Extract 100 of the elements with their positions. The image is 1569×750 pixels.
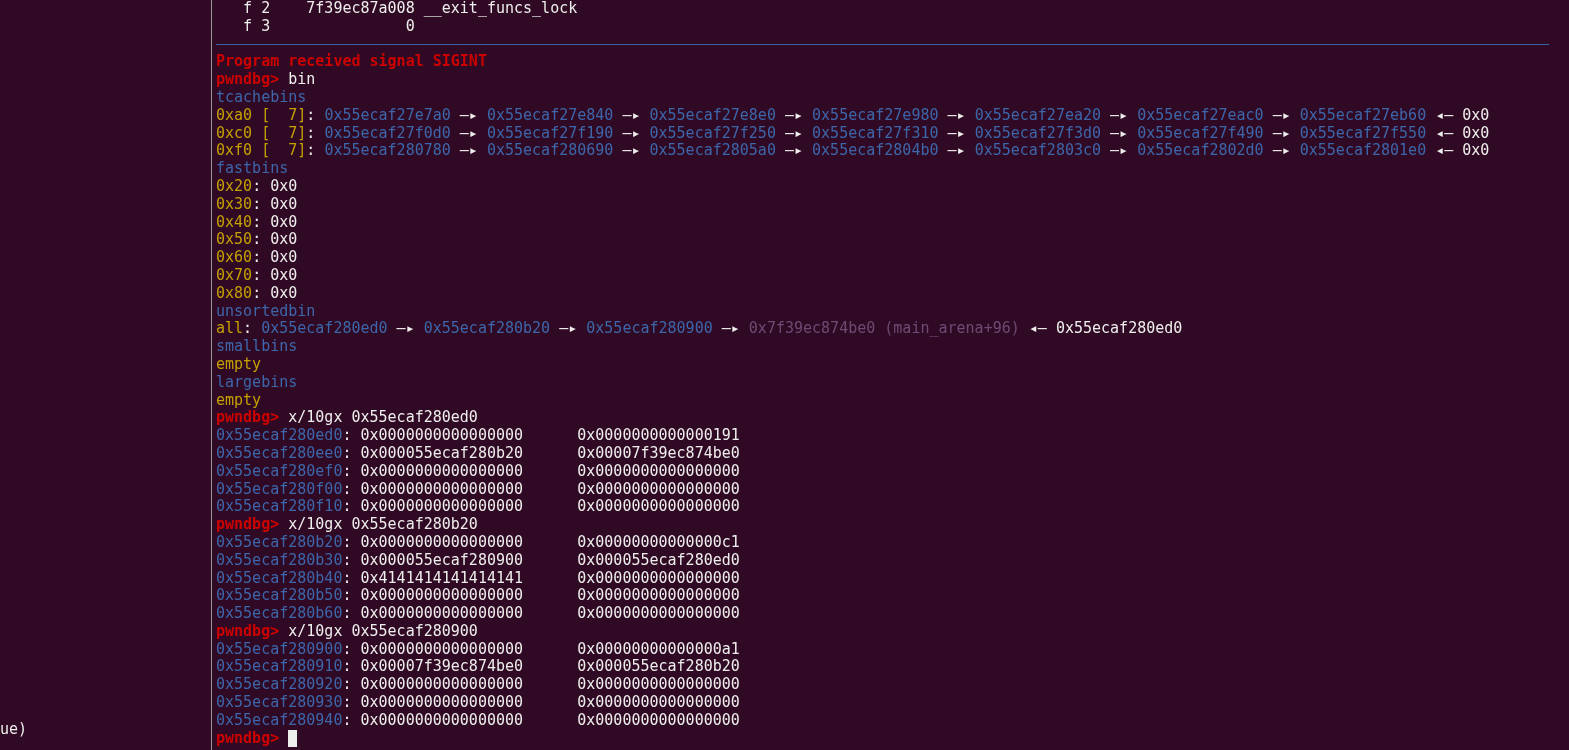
- bin-heading: smallbins: [216, 338, 298, 356]
- heap-address: 0x55ecaf280ed0: [261, 320, 388, 339]
- heap-address: 0x55ecaf27f550: [1299, 124, 1427, 143]
- heap-address: 0x55ecaf280f00: [216, 480, 343, 499]
- output-text: f 2 7f39ec87a008 __exit_funcs_lock: [242, 0, 578, 18]
- bin-label: 0xf0 [ 7]: [216, 142, 307, 161]
- bin-heading: largebins: [216, 373, 298, 392]
- heap-address: 0x55ecaf280690: [486, 142, 614, 161]
- output-text: : 0x0: [252, 249, 298, 267]
- shell-prompt: pwndbg>: [216, 409, 281, 428]
- bin-heading: tcachebins: [216, 89, 307, 107]
- output-text: :: [306, 106, 317, 125]
- output-text: : 0x0000000000000000 0x0000000000000000: [342, 498, 740, 517]
- heap-address: 0x55ecaf280b20: [216, 533, 343, 552]
- pointer-arrow: —▸: [1109, 124, 1130, 143]
- heap-address: 0x55ecaf280900: [586, 320, 713, 339]
- output-text: : 0x4141414141414141 0x0000000000000000: [342, 569, 740, 588]
- output-text: : 0x0: [252, 231, 298, 250]
- bin-label: 0x70: [216, 266, 253, 285]
- shell-prompt: pwndbg>: [216, 729, 281, 748]
- heap-address: 0x55ecaf280940: [216, 711, 343, 730]
- output-text: : 0x0000000000000000 0x0000000000000000: [342, 587, 740, 606]
- pointer-arrow: —▸: [946, 142, 967, 161]
- heap-address: 0x55ecaf280b40: [216, 569, 343, 588]
- pointer-arrow: —▸: [621, 124, 642, 143]
- heap-address: 0x55ecaf280ed0: [216, 427, 343, 445]
- output-text: : 0x0: [252, 213, 298, 232]
- bin-label: empty: [216, 391, 262, 410]
- pointer-arrow: —▸: [720, 320, 741, 339]
- output-text: 0x0: [1462, 142, 1490, 161]
- heap-address: 0x55ecaf2804b0: [812, 142, 939, 161]
- bin-label: 0x20: [216, 177, 253, 196]
- output-text: :: [243, 320, 254, 339]
- shell-prompt: pwndbg>: [216, 71, 281, 89]
- pointer-arrow: —▸: [783, 106, 805, 125]
- bin-heading: unsortedbin: [216, 302, 316, 321]
- bin-label: 0xa0 [ 7]: [216, 106, 307, 125]
- pointer-arrow: —▸: [946, 124, 967, 143]
- output-text: : 0x0000000000000000 0x0000000000000000: [342, 605, 740, 623]
- heap-address: 0x55ecaf280f10: [216, 498, 343, 517]
- pointer-arrow: —▸: [458, 106, 479, 125]
- heap-address: 0x55ecaf2802d0: [1137, 142, 1264, 161]
- output-text: : 0x0: [252, 266, 298, 285]
- pointer-arrow: —▸: [783, 142, 805, 161]
- heap-address: 0x55ecaf280780: [324, 142, 451, 161]
- pointer-arrow: —▸: [1271, 106, 1292, 125]
- output-text: f 3 0: [242, 17, 415, 36]
- heap-address: 0x55ecaf27eb60: [1299, 106, 1427, 125]
- heap-address: 0x55ecaf280b50: [216, 587, 343, 606]
- output-text: : 0x0: [252, 195, 298, 214]
- heap-address: 0x55ecaf280b30: [216, 551, 343, 570]
- bin-label: 0x30: [216, 195, 253, 214]
- heap-address: 0x55ecaf27f3d0: [974, 124, 1102, 143]
- heap-address: 0x55ecaf27f190: [486, 124, 614, 143]
- output-text: :: [306, 124, 317, 143]
- command-text: bin: [288, 71, 316, 89]
- heap-address: 0x55ecaf2803c0: [974, 142, 1102, 161]
- pointer-arrow: ◂—: [1434, 124, 1455, 143]
- pointer-arrow: —▸: [946, 106, 967, 125]
- output-text: : 0x000055ecaf280900 0x000055ecaf280ed0: [342, 551, 740, 570]
- output-text: : 0x0000000000000000 0x00000000000000a1: [342, 640, 740, 659]
- pointer-arrow: —▸: [783, 124, 805, 143]
- output-text: : 0x0: [252, 177, 298, 196]
- heap-address: 0x55ecaf280910: [216, 658, 343, 677]
- output-text: ue): [0, 720, 29, 738]
- output-text: : 0x00007f39ec874be0 0x000055ecaf280b20: [342, 658, 740, 677]
- bin-label: 0x80: [216, 284, 253, 303]
- output-text: : 0x000055ecaf280b20 0x00007f39ec874be0: [342, 444, 740, 463]
- command-text: x/10gx 0x55ecaf280b20: [288, 516, 478, 534]
- bin-label: 0x50: [216, 231, 253, 250]
- output-text: 0x0: [1462, 106, 1490, 125]
- pointer-arrow: —▸: [1109, 106, 1130, 125]
- pointer-arrow: ◂—: [1434, 142, 1455, 161]
- pointer-arrow: ◂—: [1027, 320, 1048, 339]
- heap-address: 0x55ecaf27e980: [812, 106, 939, 125]
- heap-address: 0x55ecaf27f310: [812, 124, 939, 143]
- bin-label: 0xc0 [ 7]: [216, 124, 307, 143]
- heap-address: 0x55ecaf2805a0: [649, 142, 776, 161]
- output-text: :: [306, 142, 317, 161]
- output-text: : 0x0000000000000000 0x0000000000000000: [342, 480, 740, 499]
- heap-address: 0x55ecaf27e7a0: [324, 106, 451, 125]
- output-text: : 0x0000000000000000 0x0000000000000000: [342, 462, 740, 481]
- heap-address: 0x55ecaf27ea20: [974, 106, 1102, 125]
- output-text: : 0x0: [252, 284, 298, 303]
- output-text: : 0x0000000000000000 0x0000000000000000: [342, 676, 740, 695]
- pointer-arrow: —▸: [558, 320, 579, 339]
- output-text: 0x0: [1462, 124, 1490, 143]
- command-text: x/10gx 0x55ecaf280ed0: [288, 409, 478, 428]
- heap-address: 0x55ecaf27f490: [1137, 124, 1264, 143]
- pointer-arrow: ◂—: [1434, 106, 1455, 125]
- heap-address: 0x55ecaf280b20: [423, 320, 551, 339]
- bin-heading: fastbins: [216, 160, 289, 178]
- pointer-arrow: —▸: [621, 142, 642, 161]
- error-message: Program received signal SIGINT: [216, 53, 487, 72]
- output-text: 0x55ecaf280ed0: [1055, 320, 1183, 339]
- heap-address: 0x55ecaf280920: [216, 676, 343, 695]
- heap-address: 0x55ecaf280ee0: [216, 444, 343, 463]
- heap-address: 0x55ecaf280930: [216, 694, 343, 712]
- pointer-arrow: —▸: [458, 142, 479, 161]
- heap-address: 0x55ecaf2801e0: [1299, 142, 1427, 161]
